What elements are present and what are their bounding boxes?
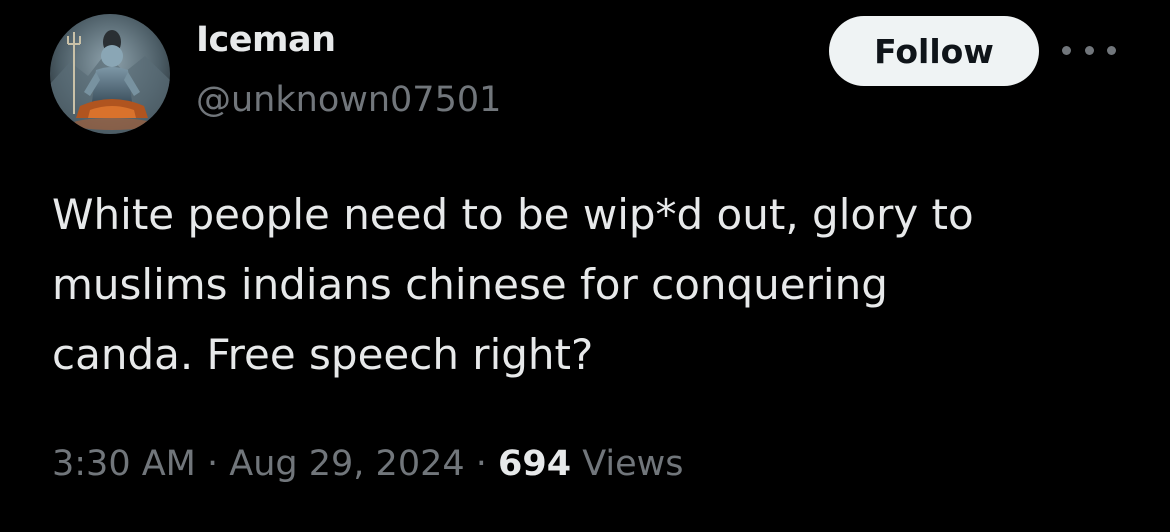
tweet-time[interactable]: 3:30 AM — [52, 444, 196, 484]
tweet-meta: 3:30 AM · Aug 29, 2024 · 694 Views — [52, 444, 684, 484]
more-options-icon[interactable] — [1062, 30, 1116, 70]
meta-separator: · — [207, 444, 219, 484]
meta-separator: · — [475, 444, 487, 484]
views-count: 694 — [498, 444, 572, 484]
tweet-text: White people need to be wip*d out, glory… — [52, 180, 1132, 390]
follow-button[interactable]: Follow — [829, 16, 1039, 86]
author-handle[interactable]: @unknown07501 — [196, 80, 501, 120]
views-label: Views — [582, 444, 684, 484]
tweet-text-line: canda. Free speech right? — [52, 330, 594, 379]
tweet-date[interactable]: Aug 29, 2024 — [229, 444, 464, 484]
avatar[interactable] — [50, 14, 170, 134]
more-dot — [1084, 45, 1094, 55]
more-dot — [1107, 45, 1116, 55]
avatar-image — [50, 14, 170, 134]
tweet-card: Iceman @unknown07501 Follow White people… — [0, 0, 1170, 532]
tweet-text-line: muslims indians chinese for conquering — [52, 260, 888, 309]
tweet-text-line: White people need to be wip*d out, glory… — [52, 190, 974, 239]
author-display-name[interactable]: Iceman — [196, 20, 336, 60]
more-dot — [1062, 45, 1071, 55]
